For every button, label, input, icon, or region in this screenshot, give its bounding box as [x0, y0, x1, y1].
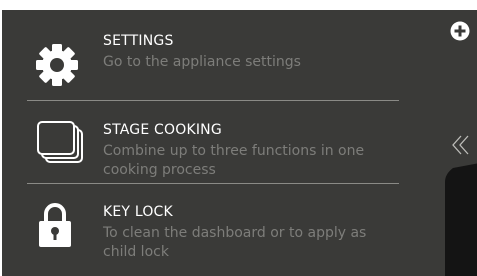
side-panel-handle[interactable]	[445, 162, 477, 276]
gear-icon	[34, 42, 80, 88]
menu-screen: SETTINGS Go to the appliance settings ST…	[2, 10, 477, 276]
stage-cooking-title: STAGE COOKING	[103, 122, 222, 138]
double-chevron-left-icon	[452, 135, 469, 155]
collapse-panel-button[interactable]	[451, 132, 471, 158]
settings-description: Go to the appliance settings	[103, 54, 301, 70]
settings-title: SETTINGS	[103, 33, 174, 49]
options-menu: SETTINGS Go to the appliance settings ST…	[2, 10, 444, 276]
menu-item-stage-cooking[interactable]: STAGE COOKING Combine up to three functi…	[2, 101, 444, 183]
key-lock-title: KEY LOCK	[103, 204, 173, 220]
menu-item-settings[interactable]: SETTINGS Go to the appliance settings	[2, 10, 444, 100]
menu-item-key-lock[interactable]: KEY LOCK To clean the dashboard or to ap…	[2, 184, 444, 276]
add-button[interactable]	[450, 21, 470, 41]
stage-cooking-description: Combine up to three functions in one coo…	[103, 143, 365, 178]
padlock-icon	[38, 202, 72, 248]
key-lock-description: To clean the dashboard or to apply as ch…	[103, 225, 367, 260]
stacked-cards-icon	[36, 120, 84, 164]
plus-circle-icon	[450, 21, 470, 41]
